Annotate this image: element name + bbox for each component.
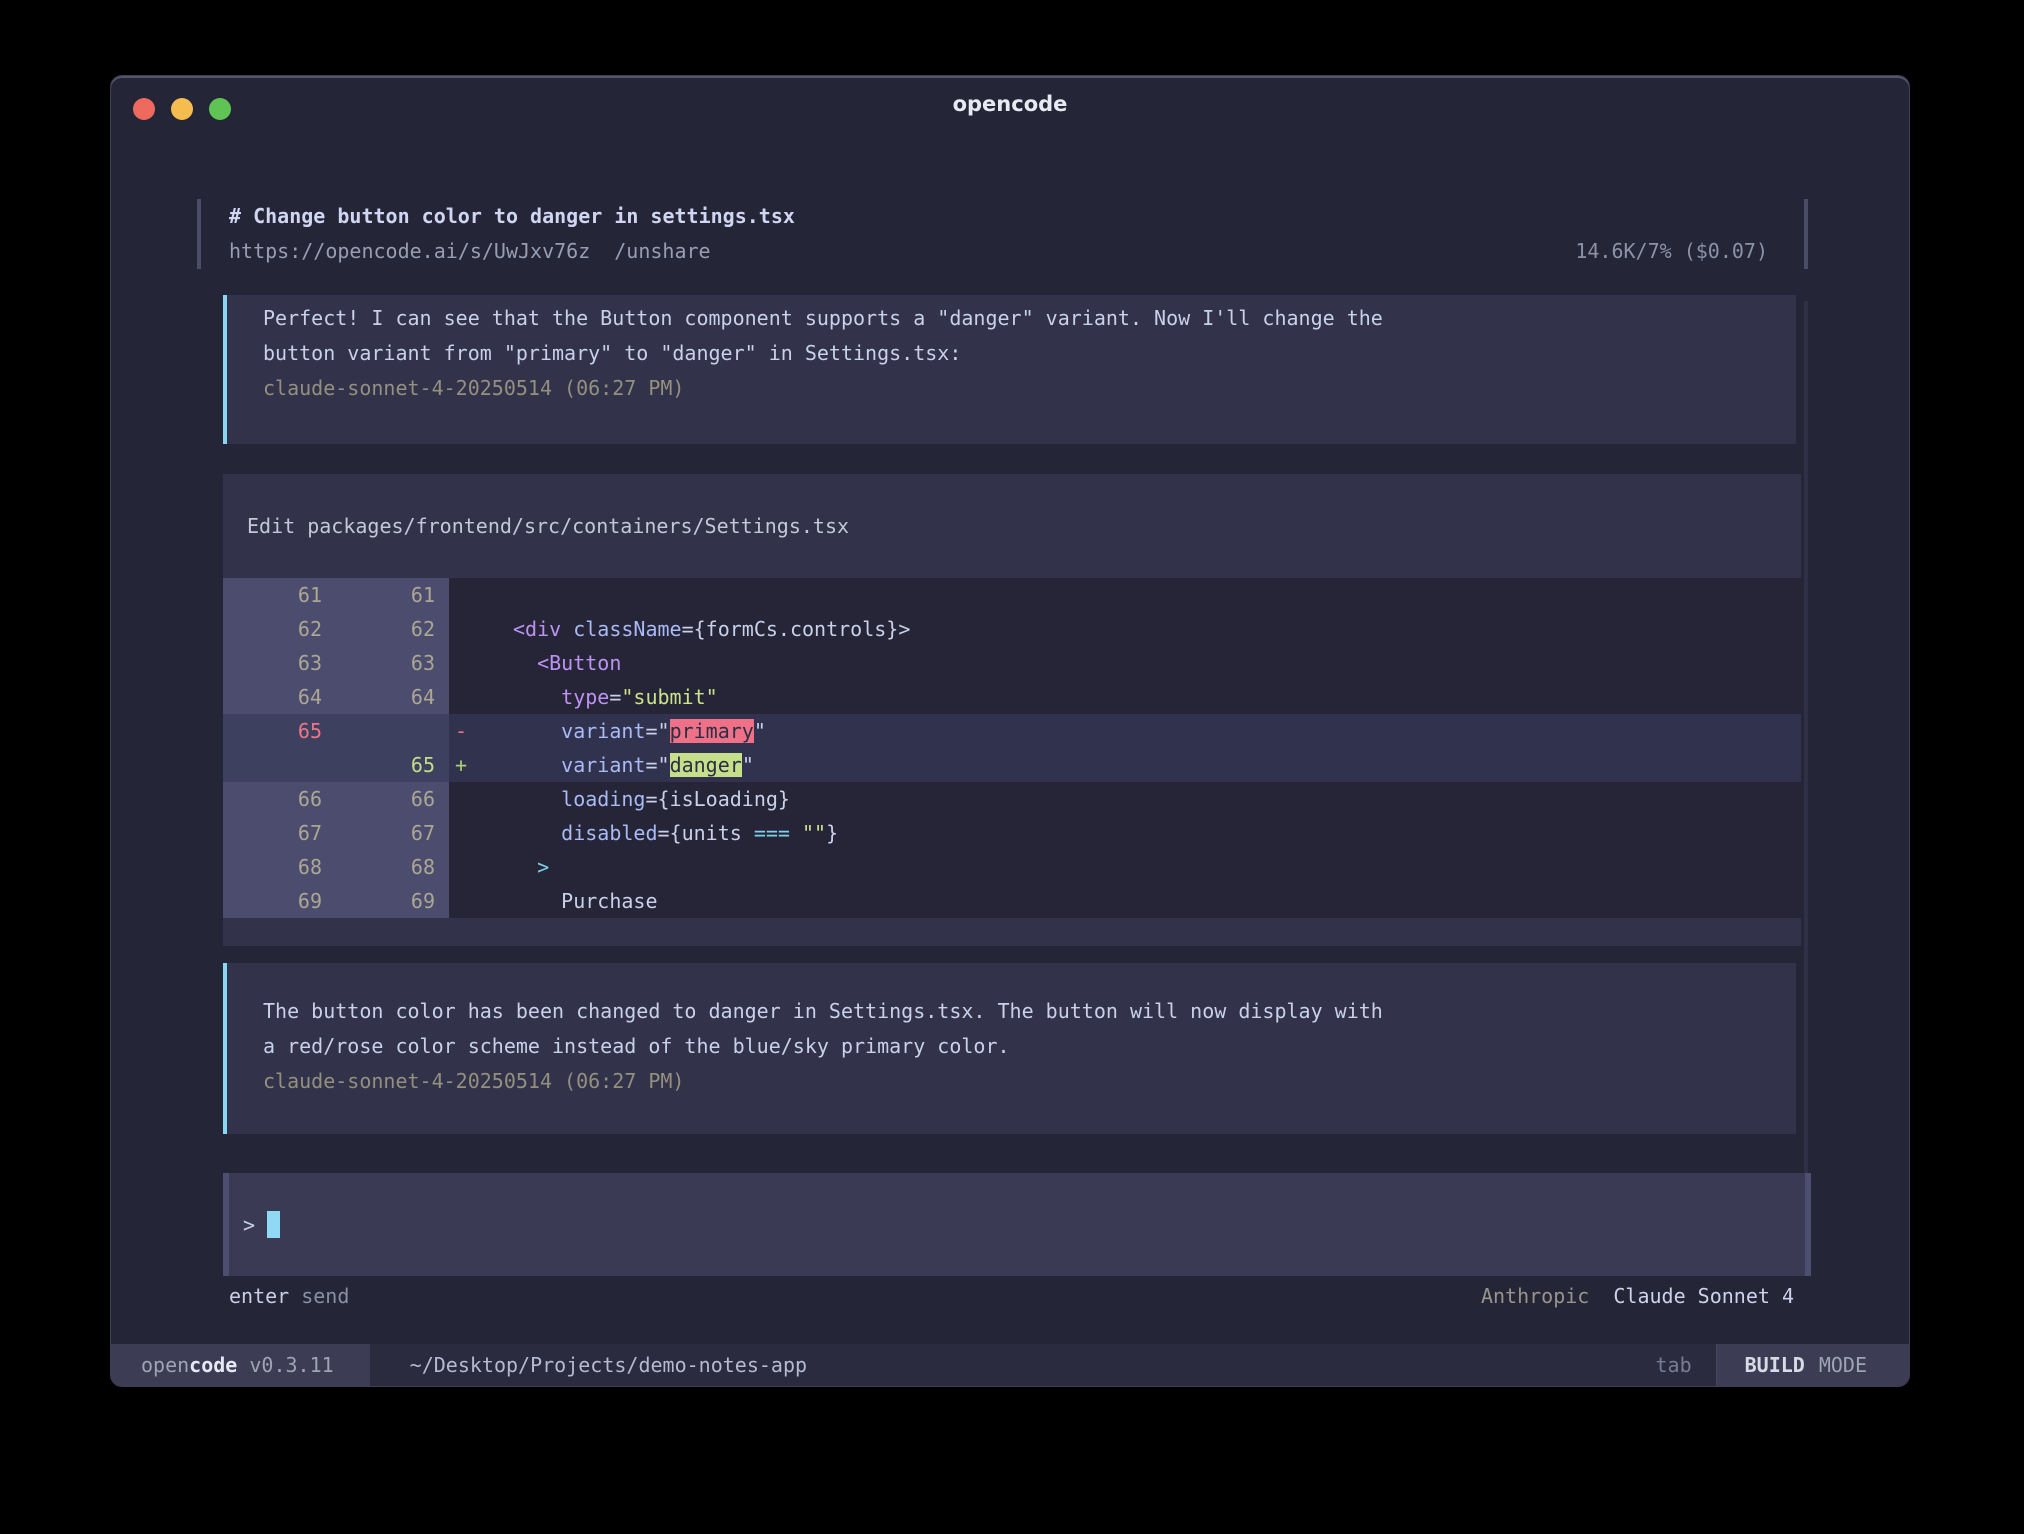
- working-directory: ~/Desktop/Projects/demo-notes-app: [410, 1344, 807, 1386]
- tab-key-hint: tab: [1655, 1344, 1691, 1386]
- diff-sign: [449, 680, 481, 714]
- code-line: variant="danger": [481, 748, 1801, 782]
- assistant-message: The button color has been changed to dan…: [223, 963, 1796, 1134]
- diff-row: 6666 loading={isLoading}: [223, 782, 1801, 816]
- app-name-suffix: code: [189, 1353, 237, 1377]
- old-line-number: 64: [223, 680, 336, 714]
- diff-row: 65+ variant="danger": [223, 748, 1801, 782]
- diff-row: 6767 disabled={units === ""}: [223, 816, 1801, 850]
- model-timestamp: claude-sonnet-4-20250514 (06:27 PM): [263, 1064, 1796, 1099]
- header-left-border: [197, 199, 201, 269]
- diff-row: 6464 type="submit": [223, 680, 1801, 714]
- old-line-number: 65: [223, 714, 336, 748]
- app-name-prefix: open: [141, 1353, 189, 1377]
- model-label: Claude Sonnet 4: [1613, 1284, 1794, 1308]
- provider-label: Anthropic: [1481, 1284, 1589, 1308]
- scrollbar-track[interactable]: [1804, 301, 1808, 1251]
- code-line: >: [481, 850, 1801, 884]
- code-line: <div className={formCs.controls}>: [481, 612, 1801, 646]
- enter-key-hint: enter: [229, 1279, 289, 1314]
- diff-sign: [449, 782, 481, 816]
- old-line-number: 67: [223, 816, 336, 850]
- diff-sign: [449, 646, 481, 680]
- message-line: a red/rose color scheme instead of the b…: [263, 1029, 1796, 1064]
- diff-sign: [449, 884, 481, 918]
- message-input[interactable]: >: [223, 1173, 1811, 1276]
- app-version: v0.3.11: [237, 1353, 333, 1377]
- mode-indicator: BUILD MODE: [1716, 1344, 1909, 1386]
- diff-table: 61616262 <div className={formCs.controls}…: [223, 578, 1801, 918]
- mode-suffix: MODE: [1819, 1353, 1867, 1377]
- diff-sign: [449, 816, 481, 850]
- diff-row: 6363 <Button: [223, 646, 1801, 680]
- send-action-hint: send: [301, 1279, 349, 1314]
- diff-row: 6262 <div className={formCs.controls}>: [223, 612, 1801, 646]
- old-line-number: 69: [223, 884, 336, 918]
- old-line-number: 62: [223, 612, 336, 646]
- screen: opencode # Change button color to danger…: [0, 0, 2024, 1534]
- diff-sign: [449, 578, 481, 612]
- old-line-number: [223, 748, 336, 782]
- window-title: opencode: [111, 92, 1909, 116]
- new-line-number: 64: [336, 680, 449, 714]
- new-line-number: 61: [336, 578, 449, 612]
- new-line-number: 67: [336, 816, 449, 850]
- message-line: button variant from "primary" to "danger…: [263, 336, 1796, 371]
- session-header: # Change button color to danger in setti…: [197, 199, 1808, 269]
- edit-file-title: Edit packages/frontend/src/containers/Se…: [223, 474, 1801, 578]
- old-line-number: 66: [223, 782, 336, 816]
- diff-sign: +: [449, 748, 481, 782]
- session-title: # Change button color to danger in setti…: [229, 199, 1808, 234]
- mode-name: BUILD: [1745, 1353, 1805, 1377]
- diff-sign: [449, 612, 481, 646]
- status-bar: opencode v0.3.11 ~/Desktop/Projects/demo…: [111, 1344, 1909, 1386]
- diff-row: 6868 >: [223, 850, 1801, 884]
- opencode-window: opencode # Change button color to danger…: [110, 75, 1910, 1387]
- code-line: loading={isLoading}: [481, 782, 1801, 816]
- old-line-number: 63: [223, 646, 336, 680]
- assistant-message: Perfect! I can see that the Button compo…: [223, 295, 1796, 444]
- new-line-number: 66: [336, 782, 449, 816]
- old-line-number: 68: [223, 850, 336, 884]
- share-url-link[interactable]: https://opencode.ai/s/UwJxv76z: [229, 234, 590, 269]
- title-bar: opencode: [111, 76, 1909, 134]
- new-line-number: 69: [336, 884, 449, 918]
- diff-sign: -: [449, 714, 481, 748]
- unshare-command[interactable]: /unshare: [614, 234, 710, 269]
- message-line: Perfect! I can see that the Button compo…: [263, 301, 1796, 336]
- new-line-number: 65: [336, 748, 449, 782]
- edit-tool-block: Edit packages/frontend/src/containers/Se…: [223, 474, 1801, 946]
- text-cursor: [267, 1211, 280, 1238]
- new-line-number: [336, 714, 449, 748]
- old-line-number: 61: [223, 578, 336, 612]
- code-line: <Button: [481, 646, 1801, 680]
- model-timestamp: claude-sonnet-4-20250514 (06:27 PM): [263, 371, 1796, 406]
- diff-sign: [449, 850, 481, 884]
- diff-row: 6969 Purchase: [223, 884, 1801, 918]
- diff-row: 65 - variant="primary": [223, 714, 1801, 748]
- new-line-number: 63: [336, 646, 449, 680]
- code-line: type="submit": [481, 680, 1801, 714]
- code-line: Purchase: [481, 884, 1801, 918]
- header-right-border: [1804, 199, 1808, 269]
- new-line-number: 62: [336, 612, 449, 646]
- new-line-number: 68: [336, 850, 449, 884]
- diff-row: 6161: [223, 578, 1801, 612]
- message-line: The button color has been changed to dan…: [263, 994, 1796, 1029]
- prompt-symbol: >: [243, 1213, 255, 1237]
- code-line: [481, 578, 1801, 612]
- hint-row: enter send Anthropic Claude Sonnet 4: [111, 1279, 1909, 1314]
- code-line: disabled={units === ""}: [481, 816, 1801, 850]
- code-line: variant="primary": [481, 714, 1801, 748]
- context-usage-stats: 14.6K/7% ($0.07): [1575, 234, 1768, 269]
- app-version-segment: opencode v0.3.11: [111, 1344, 370, 1386]
